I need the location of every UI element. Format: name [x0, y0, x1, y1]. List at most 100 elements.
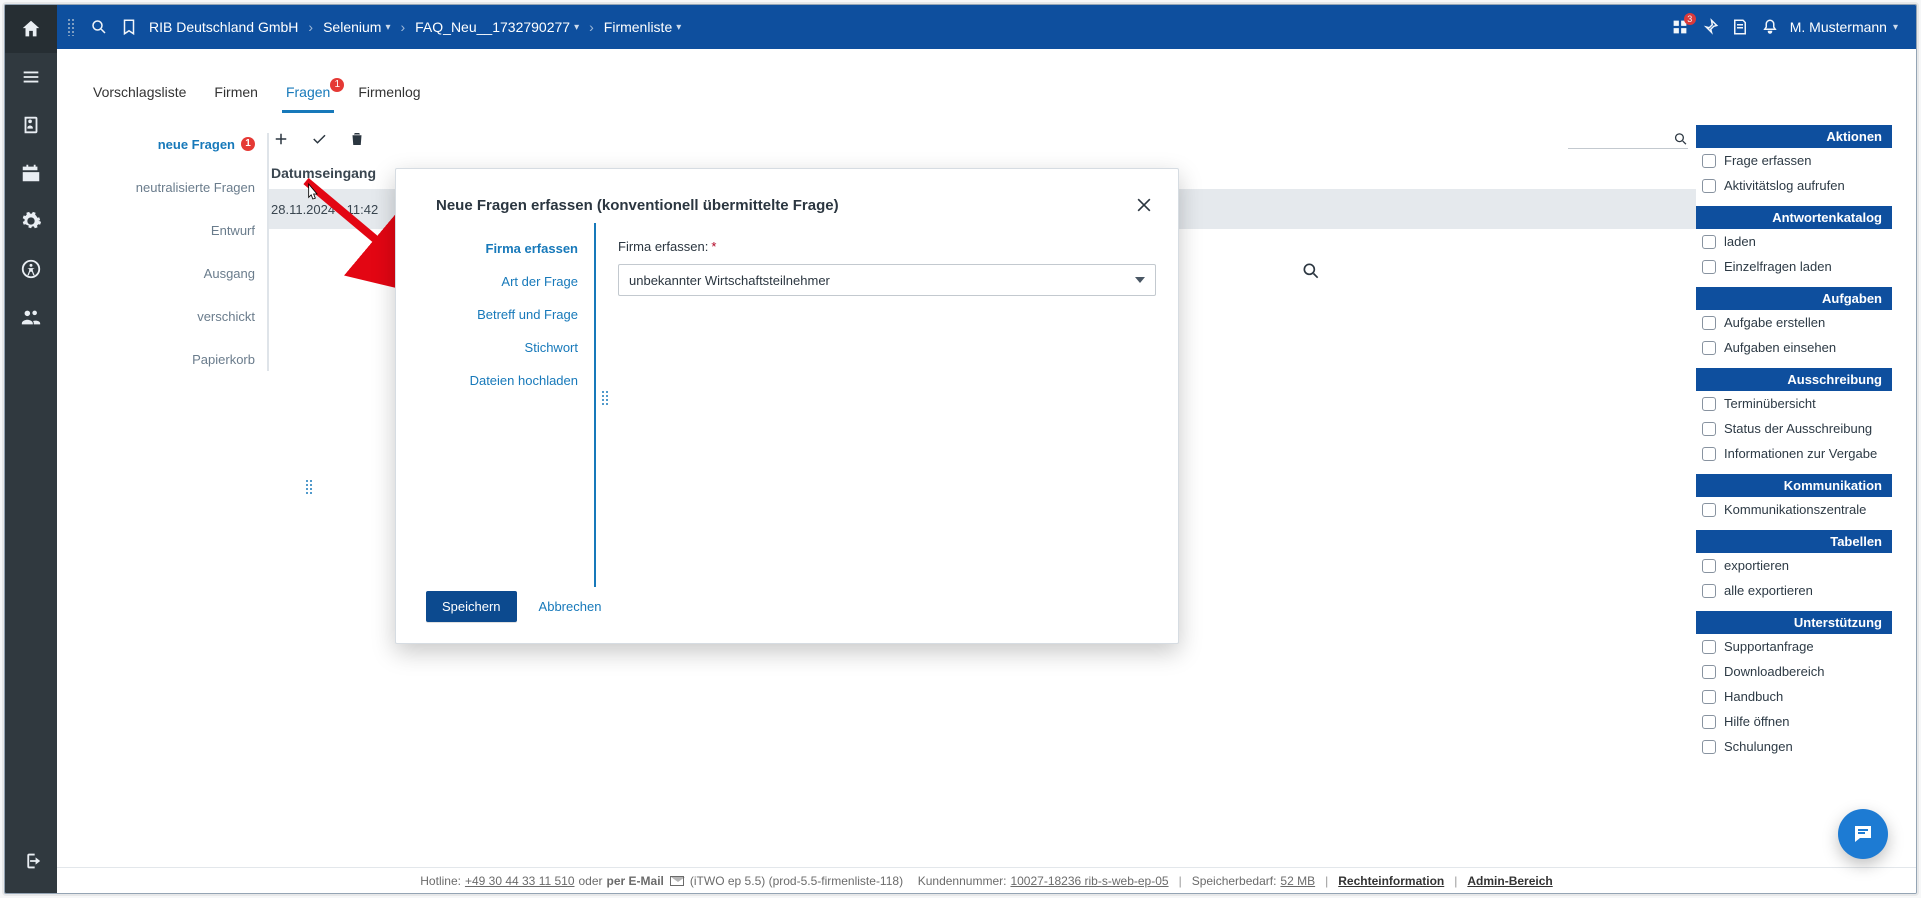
firma-erfassen-select[interactable]: unbekannter Wirtschaftsteilnehmer: [618, 264, 1156, 296]
subtab-entwurf[interactable]: Entwurf: [211, 219, 255, 242]
gear-icon[interactable]: [5, 197, 57, 245]
search-icon[interactable]: [89, 17, 109, 37]
action-hilfe-oeffnen[interactable]: Hilfe öffnen: [1696, 709, 1892, 734]
action-aufgabe-erstellen[interactable]: Aufgabe erstellen: [1696, 310, 1892, 335]
firma-erfassen-label: Firma erfassen:*: [618, 239, 716, 254]
action-kommunikationszentrale[interactable]: Kommunikationszentrale: [1696, 497, 1892, 522]
step-firma-erfassen[interactable]: Firma erfassen: [486, 241, 579, 256]
subtab-ausgang[interactable]: Ausgang: [204, 262, 255, 285]
tab-badge: 1: [330, 78, 344, 92]
accessibility-icon[interactable]: [5, 245, 57, 293]
action-icon: [1702, 503, 1716, 517]
breadcrumb-item[interactable]: FAQ_Neu__1732790277▾: [415, 19, 579, 35]
step-art-der-frage[interactable]: Art der Frage: [501, 274, 578, 289]
table-search-input[interactable]: [1568, 129, 1673, 148]
footer-legal[interactable]: Rechteinformation: [1338, 874, 1444, 888]
left-nav-rail: [5, 5, 57, 893]
breadcrumb-item[interactable]: Firmenliste▾: [604, 19, 682, 35]
new-question-dialog: Neue Fragen erfassen (konventionell über…: [395, 168, 1179, 644]
action-einzelfragen-laden[interactable]: Einzelfragen laden: [1696, 254, 1892, 279]
add-icon[interactable]: [271, 129, 291, 149]
footer-sp[interactable]: 52 MB: [1280, 874, 1315, 888]
step-dateien-hochladen[interactable]: Dateien hochladen: [470, 373, 578, 388]
actions-panel: Aktionen Frage erfassen Aktivitätslog au…: [1696, 125, 1892, 759]
group-kommunikation: Kommunikation: [1696, 474, 1892, 497]
contacts-icon[interactable]: [5, 101, 57, 149]
trash-icon[interactable]: [347, 129, 367, 149]
logout-icon[interactable]: [5, 837, 57, 885]
breadcrumb-item[interactable]: Selenium▾: [323, 19, 390, 35]
footer-kd[interactable]: 10027-18236 rib-s-web-ep-05: [1010, 874, 1168, 888]
footer-system: (iTWO ep 5.5) (prod-5.5-firmenliste-118): [690, 874, 903, 888]
list-icon[interactable]: [5, 53, 57, 101]
bookmark-icon[interactable]: [119, 17, 139, 37]
note-icon[interactable]: [1730, 17, 1750, 37]
footer-per-email[interactable]: per E-Mail: [607, 874, 664, 888]
step-stichwort[interactable]: Stichwort: [525, 340, 578, 355]
check-icon[interactable]: [309, 129, 329, 149]
group-tabellen: Tabellen: [1696, 530, 1892, 553]
pin-icon[interactable]: [1700, 17, 1720, 37]
footer-phone[interactable]: +49 30 44 33 11 510: [465, 874, 575, 888]
subtab-papierkorb[interactable]: Papierkorb: [192, 348, 255, 371]
action-frage-erfassen[interactable]: Frage erfassen: [1696, 148, 1892, 173]
fragen-sub-tabs: neue Fragen1 neutralisierte Fragen Entwu…: [81, 133, 269, 371]
main-tabs: Vorschlagsliste Firmen Fragen1 Firmenlog: [57, 49, 1916, 113]
action-icon: [1702, 422, 1716, 436]
action-supportanfrage[interactable]: Supportanfrage: [1696, 634, 1892, 659]
action-downloadbereich[interactable]: Downloadbereich: [1696, 659, 1892, 684]
tab-firmenlog[interactable]: Firmenlog: [356, 84, 422, 112]
action-alle-exportieren[interactable]: alle exportieren: [1696, 578, 1892, 603]
step-betreff-und-frage[interactable]: Betreff und Frage: [477, 307, 578, 322]
tab-firmen[interactable]: Firmen: [212, 84, 260, 112]
action-exportieren[interactable]: exportieren: [1696, 553, 1892, 578]
footer-sp-label: Speicherbedarf:: [1192, 874, 1277, 888]
keyword-search-icon[interactable]: [1301, 261, 1323, 283]
save-button[interactable]: Speichern: [426, 591, 517, 622]
footer-hotline-label: Hotline:: [420, 874, 461, 888]
footer-kd-label: Kundennummer:: [918, 874, 1007, 888]
action-icon: [1702, 179, 1716, 193]
action-icon: [1702, 447, 1716, 461]
resize-handle-icon[interactable]: [601, 390, 609, 406]
action-icon: [1702, 260, 1716, 274]
resize-handle-icon[interactable]: [305, 479, 313, 495]
action-schulungen[interactable]: Schulungen: [1696, 734, 1892, 759]
action-icon: [1702, 665, 1716, 679]
action-handbuch[interactable]: Handbuch: [1696, 684, 1892, 709]
cancel-button[interactable]: Abbrechen: [533, 598, 608, 615]
action-icon: [1702, 154, 1716, 168]
footer-oder: oder: [579, 874, 603, 888]
tab-fragen[interactable]: Fragen1: [284, 84, 332, 112]
chat-fab[interactable]: [1838, 809, 1888, 859]
tab-vorschlagsliste[interactable]: Vorschlagsliste: [91, 84, 188, 112]
group-aktionen: Aktionen: [1696, 125, 1892, 148]
action-aufgaben-einsehen[interactable]: Aufgaben einsehen: [1696, 335, 1892, 360]
subtab-neutralisierte[interactable]: neutralisierte Fragen: [136, 176, 255, 199]
chat-icon: [1851, 822, 1875, 846]
action-info-vergabe[interactable]: Informationen zur Vergabe: [1696, 441, 1892, 466]
apps-icon[interactable]: 3: [1670, 17, 1690, 37]
action-laden[interactable]: laden: [1696, 229, 1892, 254]
chevron-down-icon: [1135, 277, 1145, 283]
footer-admin[interactable]: Admin-Bereich: [1467, 874, 1552, 888]
calendar-icon[interactable]: [5, 149, 57, 197]
breadcrumb-item[interactable]: RIB Deutschland GmbH: [149, 19, 298, 35]
action-icon: [1702, 640, 1716, 654]
drag-handle-icon[interactable]: [67, 18, 75, 36]
people-icon[interactable]: [5, 293, 57, 341]
top-bar: RIB Deutschland GmbH › Selenium▾ › FAQ_N…: [57, 5, 1916, 49]
subtab-verschickt[interactable]: verschickt: [197, 305, 255, 328]
bell-icon[interactable]: [1760, 17, 1780, 37]
home-icon[interactable]: [5, 5, 57, 53]
action-terminuebersicht[interactable]: Terminübersicht: [1696, 391, 1892, 416]
close-icon[interactable]: [1134, 195, 1154, 215]
dialog-title: Neue Fragen erfassen (konventionell über…: [436, 197, 839, 214]
action-status-ausschreibung[interactable]: Status der Ausschreibung: [1696, 416, 1892, 441]
user-menu[interactable]: M. Mustermann▾: [1790, 19, 1898, 35]
action-aktivitaetslog[interactable]: Aktivitätslog aufrufen: [1696, 173, 1892, 198]
search-icon[interactable]: [1673, 130, 1689, 148]
action-icon: [1702, 715, 1716, 729]
subtab-neue-fragen[interactable]: neue Fragen1: [158, 133, 255, 156]
table-search[interactable]: [1568, 129, 1688, 149]
